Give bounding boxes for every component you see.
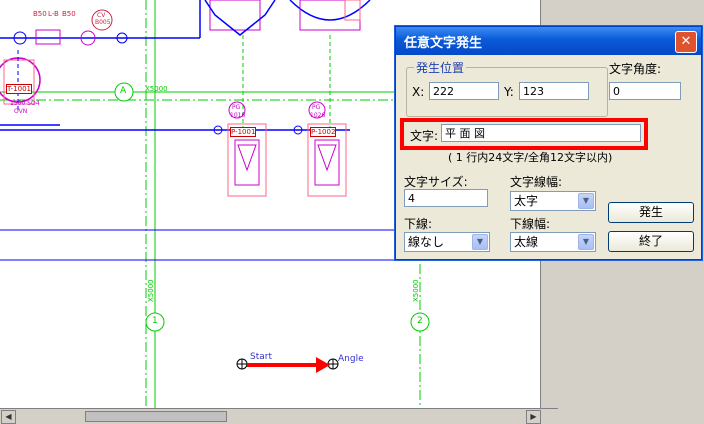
scroll-left-icon[interactable]: ◀ (1, 410, 16, 424)
size-label: 文字サイズ: (404, 175, 468, 189)
end-button[interactable]: 終了 (608, 231, 694, 252)
highlight-box (400, 118, 648, 150)
x-label: X: (412, 85, 425, 99)
chevron-down-icon[interactable]: ▼ (578, 193, 594, 209)
angle-label: 文字角度: (609, 62, 662, 76)
axis-a-label: A (120, 86, 127, 96)
cv-label: CV (97, 12, 106, 19)
x-field[interactable]: 222 (429, 82, 499, 100)
pump2-tag: PG (312, 104, 321, 111)
start-text: Start (250, 352, 272, 362)
pump1-label: P-1001 (230, 127, 257, 137)
horizontal-scrollbar[interactable]: ◀ ▶ (0, 408, 558, 424)
chevron-down-icon[interactable]: ▼ (578, 234, 594, 250)
tank-text2: OVN (14, 108, 28, 115)
tank-text1: 1500 SO4 (10, 100, 40, 107)
angle-text: Angle (338, 354, 364, 364)
underline-value: 線なし (408, 235, 445, 249)
dialog-title: 任意文字発生 (404, 36, 483, 51)
underline-label: 下線: (404, 217, 433, 231)
size-field[interactable]: 4 (404, 189, 488, 207)
underline-select[interactable]: 線なし ▼ (404, 232, 490, 252)
pump2-label: P-1002 (310, 127, 337, 137)
linewidth-value: 太字 (514, 194, 539, 208)
axis-2-label: 2 (417, 316, 423, 326)
pump1-tag: PG (232, 104, 241, 111)
chevron-down-icon[interactable]: ▼ (472, 234, 488, 250)
close-icon[interactable]: ✕ (675, 31, 697, 53)
underline-width-value: 太線 (514, 235, 539, 249)
underline-width-select[interactable]: 太線 ▼ (510, 232, 596, 252)
horizontal-scroll-thumb[interactable] (85, 411, 227, 422)
angle-field[interactable]: 0 (609, 82, 681, 100)
dim-right: X5000 (412, 279, 420, 302)
dialog-titlebar[interactable]: 任意文字発生 ✕ (396, 27, 701, 55)
tag-lb: L-B (48, 10, 59, 18)
limit-note: ( 1 行内24文字/全角12文字以内) (448, 151, 613, 164)
tag-b50-2: B50 (62, 10, 76, 18)
generate-button[interactable]: 発生 (608, 202, 694, 223)
cv-num: B005 (95, 19, 111, 26)
pump2-num: 1026 (310, 112, 326, 119)
dim-left: X5000 (147, 279, 155, 302)
axis-1-label: 1 (152, 316, 158, 326)
pump1-num: 1016 (230, 112, 246, 119)
axis-a-dim: X5000 (145, 85, 168, 93)
linewidth-label: 文字線幅: (510, 175, 563, 189)
tank-label: T-1001 (6, 84, 32, 94)
underline-width-label: 下線幅: (510, 217, 551, 231)
linewidth-select[interactable]: 太字 ▼ (510, 191, 596, 211)
y-label: Y: (504, 85, 514, 99)
tag-b50-1: B50 (33, 10, 47, 18)
position-group-label: 発生位置 (414, 59, 467, 76)
y-field[interactable]: 123 (519, 82, 589, 100)
scroll-right-icon[interactable]: ▶ (526, 410, 541, 424)
